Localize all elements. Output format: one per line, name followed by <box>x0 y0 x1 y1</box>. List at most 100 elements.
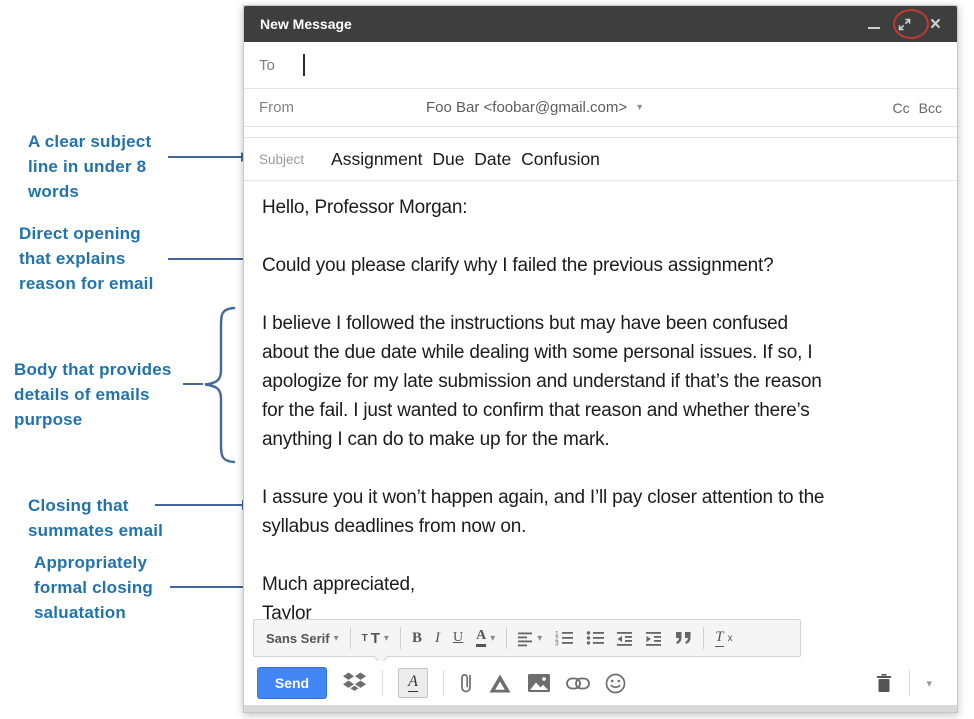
toolbar-divider <box>400 627 401 649</box>
action-bar-right: ▾ <box>875 670 944 696</box>
from-label: From <box>259 99 294 116</box>
body-line <box>262 280 939 309</box>
annotation-arrow-subject <box>168 156 242 158</box>
font-size-icon-large: T <box>371 630 380 647</box>
indent-more-icon <box>646 630 662 647</box>
align-icon <box>518 630 533 647</box>
chevron-down-icon: ▾ <box>537 633 542 644</box>
text-color-icon: A <box>476 629 486 647</box>
emoji-button[interactable] <box>605 673 626 694</box>
formatting-toolbar: Sans Serif ▾ T T ▾ B I U A ▾ <box>253 619 801 657</box>
subject-label: Subject <box>259 152 304 167</box>
body-line: apologize for my late submission and und… <box>262 367 939 396</box>
remove-formatting-icon-x: x <box>728 633 733 644</box>
underline-button[interactable]: U <box>451 628 465 648</box>
text-color-button[interactable]: A ▾ <box>474 627 497 649</box>
font-size-button[interactable]: T T ▾ <box>360 628 391 649</box>
indent-more-button[interactable] <box>644 628 664 649</box>
more-options-icon[interactable]: ▾ <box>926 677 932 690</box>
body-line: Hello, Professor Morgan: <box>262 193 939 222</box>
send-button[interactable]: Send <box>257 667 327 699</box>
action-bar: Send A <box>244 661 957 705</box>
numbered-list-icon: 123 <box>555 629 573 647</box>
body-line: Much appreciated, <box>262 570 939 599</box>
from-row: From Foo Bar <foobar@gmail.com> ▾ Cc Bcc <box>244 89 957 127</box>
chevron-down-icon: ▾ <box>490 633 495 644</box>
attach-file-button[interactable] <box>459 671 473 695</box>
remove-formatting-button[interactable]: Tx <box>713 627 734 649</box>
font-size-icon: T <box>362 633 368 644</box>
body-line <box>262 222 939 251</box>
window-bottom-edge <box>244 705 957 712</box>
text-format-icon: A <box>408 674 418 692</box>
window-controls: × <box>868 15 941 34</box>
body-line: anything I can do to make up for the mar… <box>262 425 939 454</box>
chevron-down-icon: ▾ <box>637 102 642 113</box>
bold-button[interactable]: B <box>410 628 424 649</box>
body-line <box>262 541 939 570</box>
insert-photo-button[interactable] <box>527 673 551 693</box>
bulleted-list-icon <box>586 629 604 647</box>
chevron-down-icon: ▾ <box>334 633 339 644</box>
text-format-toggle-button[interactable]: A <box>398 668 428 698</box>
action-bar-divider <box>443 670 444 696</box>
dropbox-icon[interactable] <box>342 672 367 694</box>
close-icon[interactable]: × <box>930 15 941 34</box>
trash-icon <box>875 673 893 694</box>
subject-field[interactable]: Subject Assignment Due Date Confusion <box>244 137 957 181</box>
indent-less-button[interactable] <box>615 628 635 649</box>
font-family-label: Sans Serif <box>266 631 330 646</box>
body-line: I assure you it won’t happen again, and … <box>262 483 939 512</box>
italic-button[interactable]: I <box>433 628 442 649</box>
annotation-body-note: Body that provides details of emails pur… <box>14 357 194 432</box>
insert-photo-icon <box>527 673 551 693</box>
bcc-button[interactable]: Bcc <box>919 100 942 116</box>
insert-link-icon <box>566 677 590 690</box>
annotation-brace <box>198 306 242 464</box>
numbered-list-button[interactable]: 123 <box>553 627 575 649</box>
annotation-closing-note: Closing that summates email <box>28 493 180 543</box>
cc-bcc-group: Cc Bcc <box>893 100 942 116</box>
bulleted-list-button[interactable] <box>584 627 606 649</box>
align-button[interactable]: ▾ <box>516 628 544 649</box>
paperclip-icon <box>459 671 473 695</box>
annotation-subject-note: A clear subject line in under 8 words <box>28 129 176 204</box>
body-line: for the fail. I just wanted to confirm t… <box>262 396 939 425</box>
quote-icon <box>675 631 692 645</box>
chevron-down-icon: ▾ <box>384 633 389 644</box>
italic-icon: I <box>435 630 440 647</box>
subject-value: Assignment Due Date Confusion <box>331 149 600 170</box>
body-line: I believe I followed the instructions bu… <box>262 309 939 338</box>
underline-icon: U <box>453 630 463 646</box>
google-drive-icon <box>488 673 512 694</box>
toolbar-divider <box>350 627 351 649</box>
screenshot-canvas: A clear subject line in under 8 words Di… <box>0 0 974 719</box>
insert-link-button[interactable] <box>566 677 590 690</box>
action-bar-divider <box>382 670 383 696</box>
body-line: syllabus deadlines from now on. <box>262 512 939 541</box>
toolbar-divider <box>703 627 704 649</box>
cc-button[interactable]: Cc <box>893 100 910 116</box>
minimize-icon[interactable] <box>868 27 880 29</box>
text-cursor <box>303 54 305 76</box>
to-field[interactable]: To <box>244 42 957 89</box>
from-account-selector[interactable]: Foo Bar <foobar@gmail.com> ▾ <box>426 99 642 116</box>
expand-icon[interactable] <box>897 16 913 32</box>
emoji-icon <box>605 673 626 694</box>
compose-titlebar[interactable]: New Message × <box>244 6 957 42</box>
annotation-salutation-note: Appropriately formal closing saluatation <box>34 550 176 625</box>
annotation-opening-note: Direct opening that explains reason for … <box>19 221 174 296</box>
action-bar-divider <box>909 670 910 696</box>
svg-text:3: 3 <box>555 641 559 648</box>
body-line: about the due date while dealing with so… <box>262 338 939 367</box>
google-drive-button[interactable] <box>488 673 512 694</box>
body-line: Could you please clarify why I failed th… <box>262 251 939 280</box>
quote-button[interactable] <box>673 629 694 647</box>
toolbar-divider <box>506 627 507 649</box>
from-value: Foo Bar <foobar@gmail.com> <box>426 99 627 116</box>
font-family-selector[interactable]: Sans Serif ▾ <box>264 629 341 648</box>
annotation-arrow-opening <box>168 258 248 260</box>
delete-draft-button[interactable] <box>875 673 893 694</box>
remove-formatting-icon: T <box>715 629 723 647</box>
email-body[interactable]: Hello, Professor Morgan: Could you please… <box>244 181 957 628</box>
